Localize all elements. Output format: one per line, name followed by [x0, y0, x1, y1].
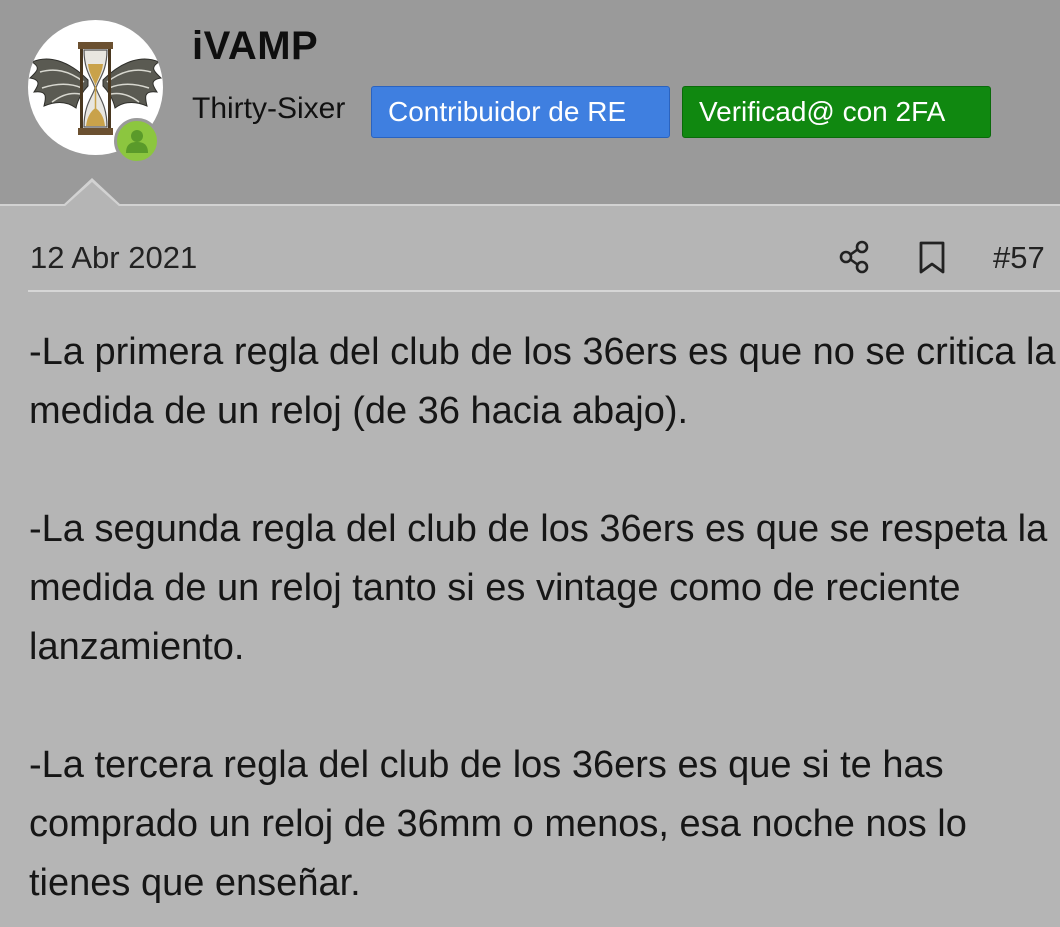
- post-paragraph: -La primera regla del club de los 36ers …: [29, 331, 1056, 432]
- post-date[interactable]: 12 Abr 2021: [30, 240, 197, 276]
- username[interactable]: iVAMP: [192, 24, 318, 69]
- post-paragraph: -La segunda regla del club de los 36ers …: [29, 508, 1048, 668]
- badge-2fa-verified: Verificad@ con 2FA: [682, 86, 991, 138]
- user-online-icon: [126, 130, 148, 153]
- share-icon: [839, 240, 869, 274]
- bookmark-icon: [919, 241, 945, 274]
- share-button[interactable]: [838, 240, 872, 279]
- author-pointer-arrow-fill: [64, 182, 120, 207]
- online-status-indicator: [114, 118, 160, 164]
- post-paragraph: -La tercera regla del club de los 36ers …: [29, 744, 967, 904]
- post-number-link[interactable]: #57: [993, 240, 1045, 276]
- bookmark-button[interactable]: [917, 240, 947, 281]
- post-meta-divider: [28, 290, 1060, 292]
- badge-contributor: Contribuidor de RE: [371, 86, 670, 138]
- post-body: -La primera regla del club de los 36ers …: [29, 323, 1059, 913]
- user-title: Thirty-Sixer: [192, 92, 346, 125]
- header-divider: [0, 204, 1060, 206]
